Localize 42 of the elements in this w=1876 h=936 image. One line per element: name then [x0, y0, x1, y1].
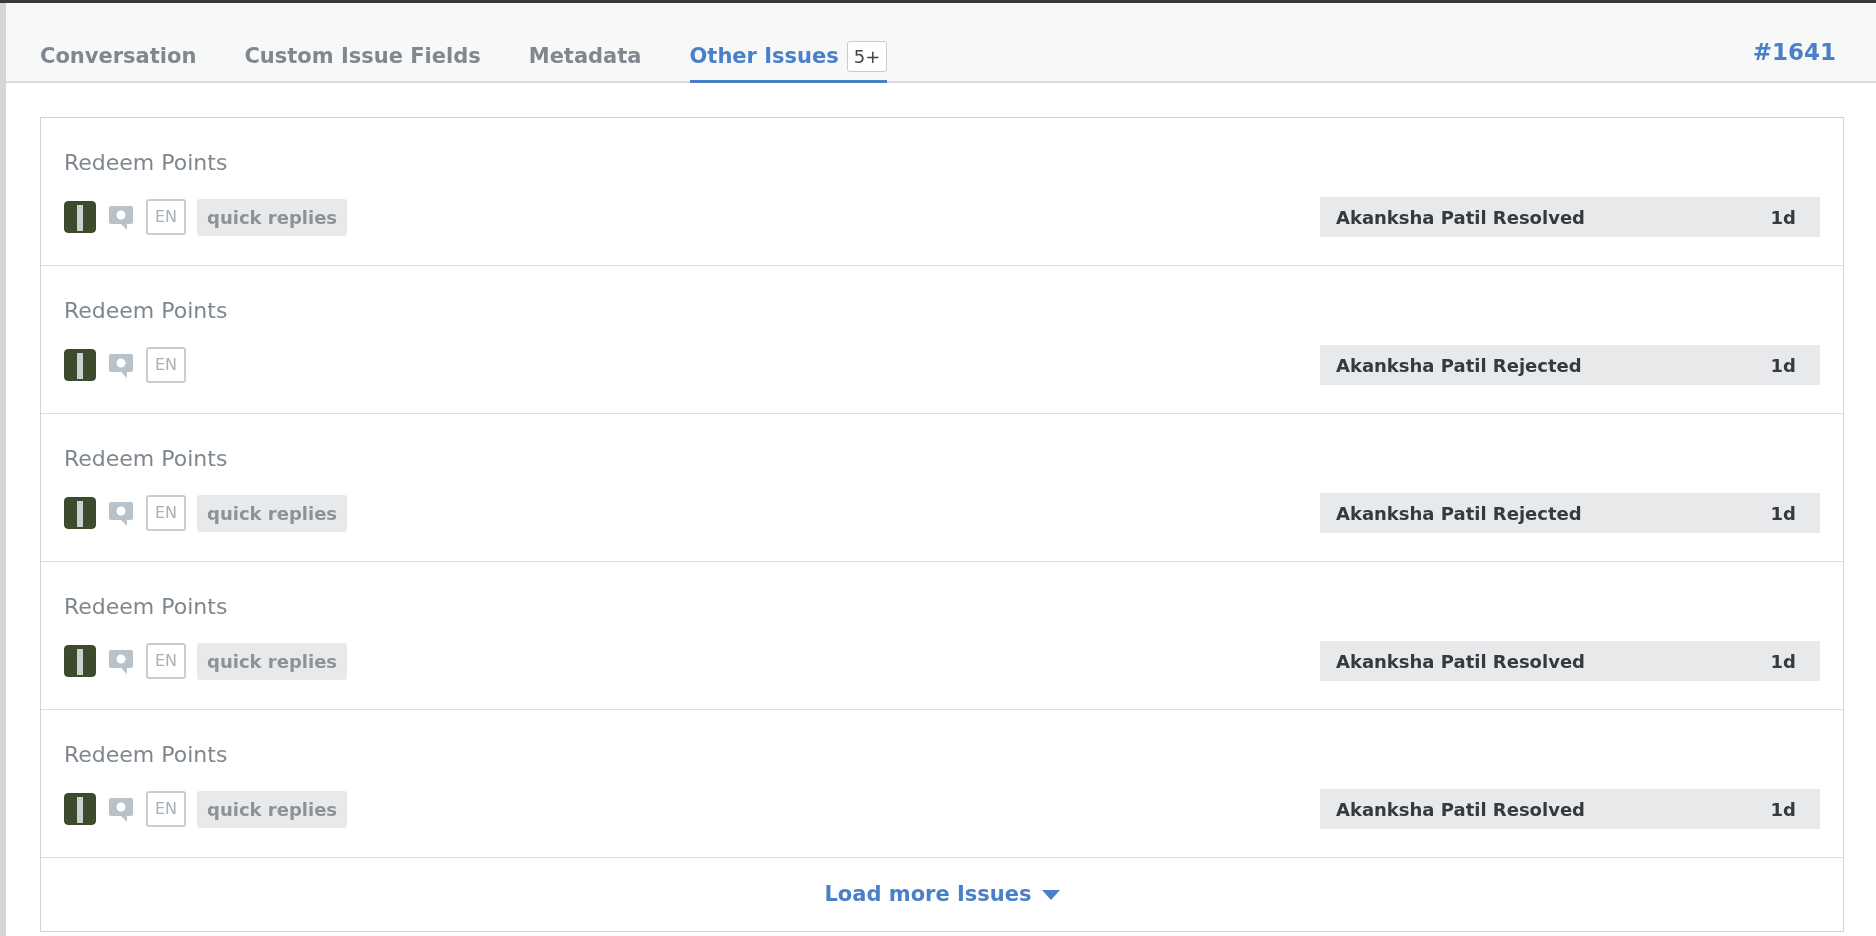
issue-title[interactable]: Redeem Points [64, 146, 1820, 179]
language-badge: EN [146, 643, 187, 679]
avatar-photo-placeholder [64, 497, 96, 529]
load-more-link[interactable]: Load more Issues [818, 877, 1066, 912]
language-badge: EN [146, 347, 187, 383]
age-text: 1d [1770, 205, 1796, 230]
tag: quick replies [197, 790, 348, 828]
status-text: Akanksha Patil Resolved [1336, 649, 1585, 674]
chat-bubble-icon [107, 795, 135, 823]
issue-title[interactable]: Redeem Points [64, 294, 1820, 327]
language-badge: EN [146, 495, 187, 531]
age-text: 1d [1770, 649, 1796, 674]
status-text: Akanksha Patil Resolved [1336, 205, 1585, 230]
tag: quick replies [197, 494, 348, 532]
issue-title[interactable]: Redeem Points [64, 738, 1820, 771]
age-text: 1d [1770, 797, 1796, 822]
count-badge: 5+ [846, 40, 888, 72]
chat-bubble-icon [107, 203, 135, 231]
tab[interactable]: Metadata [528, 40, 642, 83]
avatar-photo-placeholder [64, 645, 96, 677]
issue-title[interactable]: Redeem Points [64, 442, 1820, 475]
avatar-photo-placeholder [64, 349, 96, 381]
issue-number: #1641 [1752, 37, 1836, 67]
caret-icon [1041, 889, 1060, 900]
status-text: Akanksha Patil Rejected [1336, 501, 1582, 526]
language-badge: EN [146, 791, 187, 827]
tag: quick replies [197, 198, 348, 236]
avatar-photo-placeholder [64, 793, 96, 825]
age-text: 1d [1770, 353, 1796, 378]
status-text: Akanksha Patil Resolved [1336, 797, 1585, 822]
avatar-photo-placeholder [64, 201, 96, 233]
tag: quick replies [197, 642, 348, 680]
chat-bubble-icon [107, 647, 135, 675]
status-text: Akanksha Patil Rejected [1336, 353, 1582, 378]
tab[interactable]: Other Issues 5+ [689, 40, 888, 83]
chat-bubble-icon [107, 351, 135, 379]
chat-bubble-icon [107, 499, 135, 527]
issue-title[interactable]: Redeem Points [64, 590, 1820, 623]
tab[interactable]: Conversation [40, 40, 197, 83]
age-text: 1d [1770, 501, 1796, 526]
language-badge: EN [146, 199, 187, 235]
tab[interactable]: Custom Issue Fields [244, 40, 481, 83]
